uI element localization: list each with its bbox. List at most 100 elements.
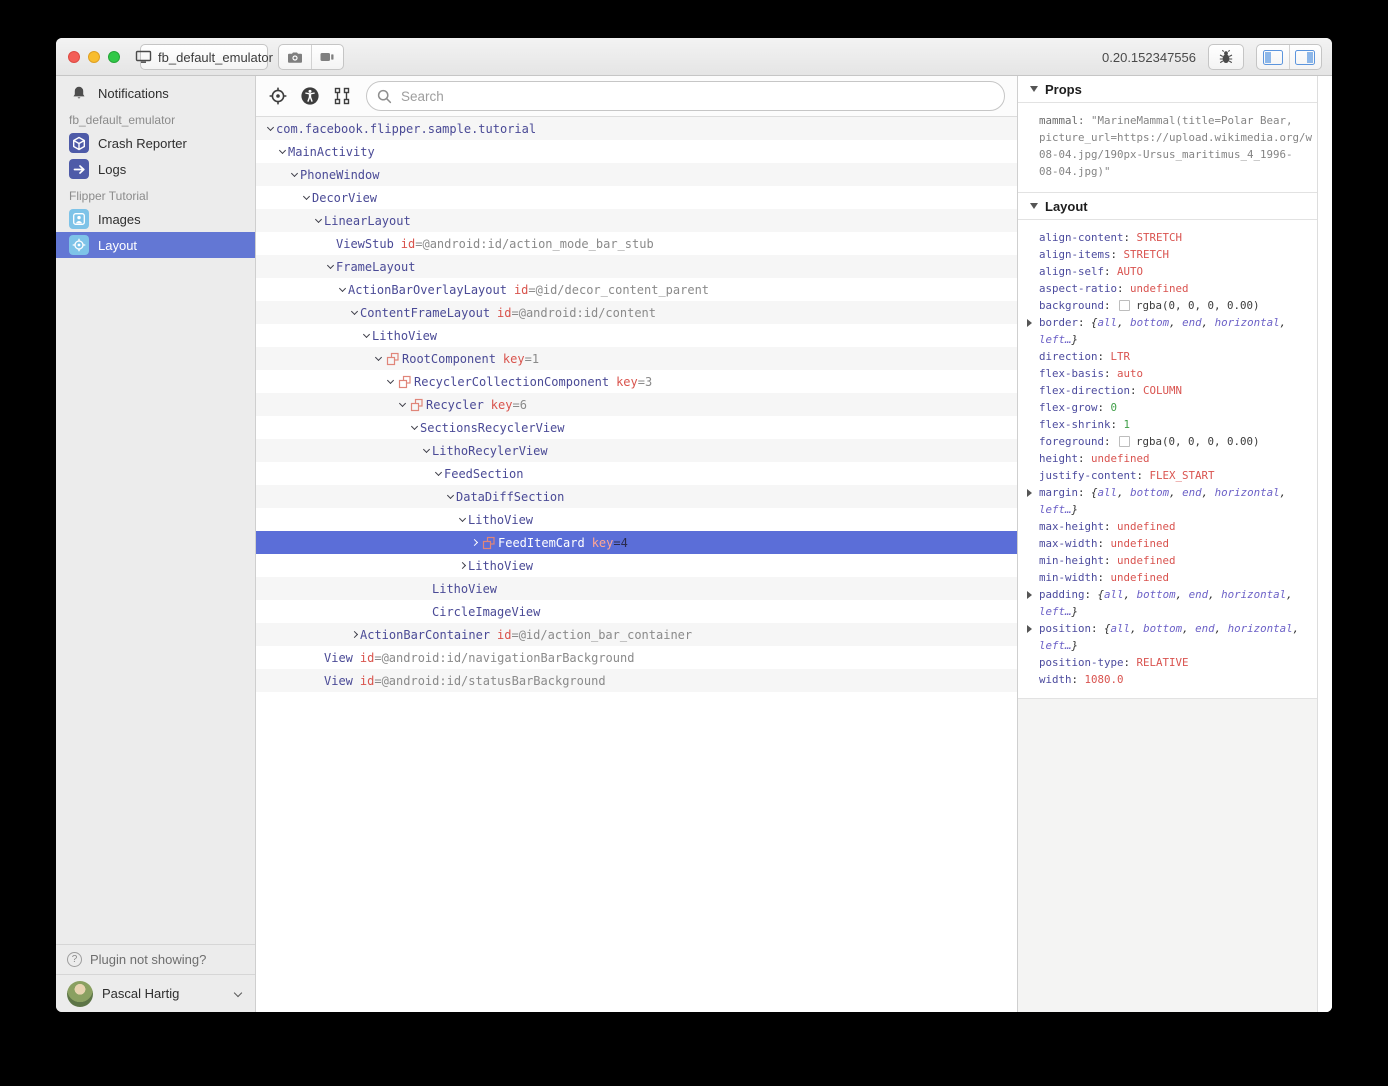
layout-prop-row[interactable]: min-height: undefined <box>1018 552 1317 569</box>
layout-prop-value[interactable]: undefined <box>1117 520 1176 533</box>
chevron-down-icon[interactable] <box>384 370 396 393</box>
tree-row[interactable]: Viewid=@android:id/navigationBarBackgrou… <box>256 646 1017 669</box>
target-mode-button[interactable] <box>266 84 290 108</box>
chevron-down-icon[interactable] <box>372 347 384 370</box>
tree-row[interactable]: Recyclerkey=6 <box>256 393 1017 416</box>
layout-prop-row[interactable]: max-height: undefined <box>1018 518 1317 535</box>
accessibility-mode-button[interactable] <box>298 84 322 108</box>
tree-row[interactable]: ContentFrameLayoutid=@android:id/content <box>256 301 1017 324</box>
tree-row[interactable]: FeedSection <box>256 462 1017 485</box>
chevron-down-icon[interactable] <box>432 462 444 485</box>
layout-prop-row[interactable]: aspect-ratio: undefined <box>1018 280 1317 297</box>
layout-prop-value[interactable]: undefined <box>1111 537 1170 550</box>
layout-prop-row[interactable]: margin: {all, bottom, end, horizontal,le… <box>1018 484 1317 518</box>
search-input[interactable] <box>399 88 994 105</box>
tree-row[interactable]: RootComponentkey=1 <box>256 347 1017 370</box>
tree-row[interactable]: LithoView <box>256 554 1017 577</box>
chevron-down-icon[interactable] <box>396 393 408 416</box>
tree-row[interactable]: LithoView <box>256 508 1017 531</box>
layout-prop-value[interactable]: COLUMN <box>1143 384 1182 397</box>
zoom-window-button[interactable] <box>108 51 120 63</box>
layout-prop-row[interactable]: background: rgba(0, 0, 0, 0.00) <box>1018 297 1317 314</box>
layout-prop-value[interactable]: 0 <box>1111 401 1118 414</box>
layout-prop-row[interactable]: flex-basis: auto <box>1018 365 1317 382</box>
layout-prop-row[interactable]: align-items: STRETCH <box>1018 246 1317 263</box>
layout-prop-value[interactable]: undefined <box>1117 554 1176 567</box>
chevron-down-icon[interactable] <box>408 416 420 439</box>
props-section-header[interactable]: Props <box>1018 76 1317 103</box>
chevron-right-icon[interactable] <box>348 623 360 646</box>
layout-prop-value[interactable]: STRETCH <box>1124 248 1170 261</box>
layout-prop-value[interactable]: rgba(0, 0, 0, 0.00) <box>1136 435 1260 448</box>
expand-arrow-icon[interactable] <box>1027 319 1032 327</box>
chevron-right-icon[interactable] <box>456 554 468 577</box>
layout-prop-row[interactable]: border: {all, bottom, end, horizontal,le… <box>1018 314 1317 348</box>
tree-row[interactable]: FrameLayout <box>256 255 1017 278</box>
chevron-down-icon[interactable] <box>348 301 360 324</box>
layout-prop-row[interactable]: foreground: rgba(0, 0, 0, 0.00) <box>1018 433 1317 450</box>
layout-prop-row[interactable]: padding: {all, bottom, end, horizontal,l… <box>1018 586 1317 620</box>
tree-row[interactable]: DataDiffSection <box>256 485 1017 508</box>
layout-prop-row[interactable]: width: 1080.0 <box>1018 671 1317 688</box>
tree-row[interactable]: com.facebook.flipper.sample.tutorial <box>256 117 1017 140</box>
layout-prop-row[interactable]: position: {all, bottom, end, horizontal,… <box>1018 620 1317 654</box>
tree-row[interactable]: Viewid=@android:id/statusBarBackground <box>256 669 1017 692</box>
tree-row[interactable]: PhoneWindow <box>256 163 1017 186</box>
tree-row[interactable]: MainActivity <box>256 140 1017 163</box>
layout-prop-row[interactable]: justify-content: FLEX_START <box>1018 467 1317 484</box>
layout-section-header[interactable]: Layout <box>1018 193 1317 220</box>
tree-row[interactable]: SectionsRecyclerView <box>256 416 1017 439</box>
layout-prop-value[interactable]: auto <box>1117 367 1143 380</box>
layout-prop-value[interactable]: RELATIVE <box>1137 656 1189 669</box>
plugin-not-showing-link[interactable]: ? Plugin not showing? <box>56 944 255 974</box>
tree-row[interactable]: RecyclerCollectionComponentkey=3 <box>256 370 1017 393</box>
layout-prop-row[interactable]: max-width: undefined <box>1018 535 1317 552</box>
tree-row[interactable]: DecorView <box>256 186 1017 209</box>
chevron-down-icon[interactable] <box>276 140 288 163</box>
chevron-down-icon[interactable] <box>444 485 456 508</box>
close-window-button[interactable] <box>68 51 80 63</box>
chevron-down-icon[interactable] <box>336 278 348 301</box>
expand-arrow-icon[interactable] <box>1027 489 1032 497</box>
layout-prop-value[interactable]: rgba(0, 0, 0, 0.00) <box>1136 299 1260 312</box>
sidebar-item-logs[interactable]: Logs <box>56 156 255 182</box>
expand-arrow-icon[interactable] <box>1027 625 1032 633</box>
layout-prop-row[interactable]: flex-grow: 0 <box>1018 399 1317 416</box>
chevron-right-icon[interactable] <box>468 531 480 554</box>
layout-prop-value[interactable]: FLEX_START <box>1150 469 1215 482</box>
expand-arrow-icon[interactable] <box>1027 591 1032 599</box>
sidebar-item-images[interactable]: Images <box>56 206 255 232</box>
layout-prop-value[interactable]: LTR <box>1111 350 1131 363</box>
chevron-down-icon[interactable] <box>300 186 312 209</box>
layout-prop-row[interactable]: height: undefined <box>1018 450 1317 467</box>
chevron-down-icon[interactable] <box>456 508 468 531</box>
details-panel-scrollbar-gutter[interactable] <box>1318 76 1332 1012</box>
layout-prop-value[interactable]: undefined <box>1111 571 1170 584</box>
layout-prop-value[interactable]: undefined <box>1091 452 1150 465</box>
toggle-right-sidebar-button[interactable] <box>1289 45 1322 69</box>
layout-prop-row[interactable]: position-type: RELATIVE <box>1018 654 1317 671</box>
tree-row[interactable]: ActionBarOverlayLayoutid=@id/decor_conte… <box>256 278 1017 301</box>
layout-prop-row[interactable]: align-content: STRETCH <box>1018 229 1317 246</box>
screenshot-button[interactable] <box>279 45 311 69</box>
tree-row[interactable]: FeedItemCardkey=4 <box>256 531 1017 554</box>
hierarchy-view-button[interactable] <box>330 84 354 108</box>
layout-prop-row[interactable]: align-self: AUTO <box>1018 263 1317 280</box>
report-bug-button[interactable] <box>1208 44 1244 70</box>
layout-prop-value[interactable]: STRETCH <box>1137 231 1183 244</box>
layout-prop-row[interactable]: direction: LTR <box>1018 348 1317 365</box>
toggle-left-sidebar-button[interactable] <box>1257 45 1289 69</box>
chevron-down-icon[interactable] <box>312 209 324 232</box>
layout-prop-value[interactable]: AUTO <box>1117 265 1143 278</box>
tree-row[interactable]: LithoView <box>256 324 1017 347</box>
tree-row[interactable]: LithoView <box>256 577 1017 600</box>
user-account-row[interactable]: Pascal Hartig <box>56 974 255 1012</box>
layout-prop-row[interactable]: flex-direction: COLUMN <box>1018 382 1317 399</box>
chevron-down-icon[interactable] <box>420 439 432 462</box>
chevron-down-icon[interactable] <box>360 324 372 347</box>
tree-row[interactable]: LithoRecylerView <box>256 439 1017 462</box>
layout-prop-row[interactable]: min-width: undefined <box>1018 569 1317 586</box>
screen-record-button[interactable] <box>311 45 344 69</box>
layout-prop-value[interactable]: undefined <box>1130 282 1189 295</box>
chevron-down-icon[interactable] <box>288 163 300 186</box>
